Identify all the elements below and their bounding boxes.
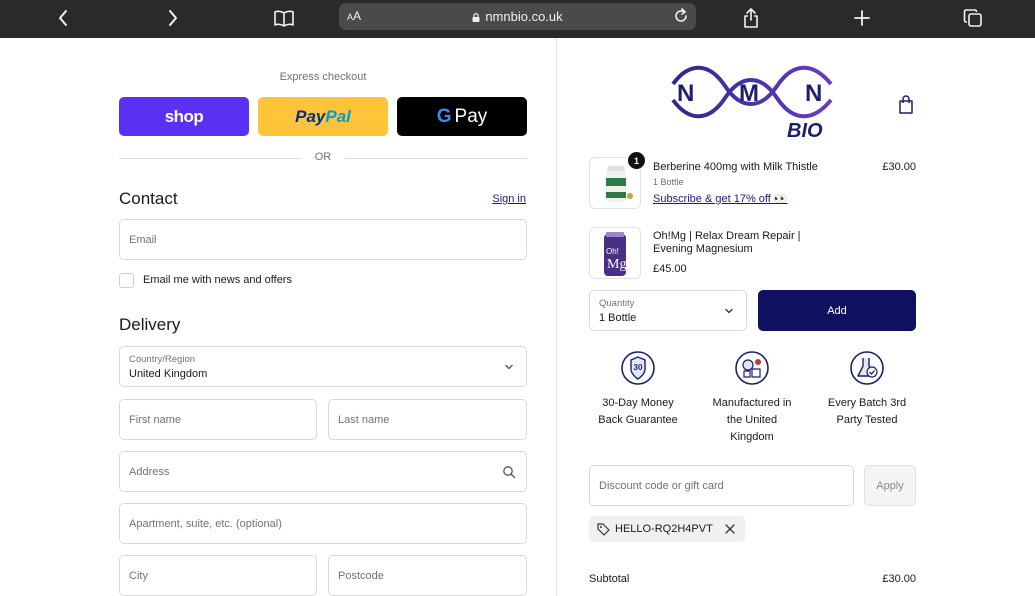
lab-tested-icon	[850, 351, 884, 385]
money-back-icon: 30	[621, 351, 655, 385]
address-field[interactable]: Address	[119, 451, 527, 492]
cart-item-name: Berberine 400mg with Milk Thistle	[653, 161, 818, 173]
newsletter-checkbox-row[interactable]: Email me with news and offers	[119, 272, 292, 288]
search-icon	[503, 466, 516, 479]
cart-item-variant: 1 Bottle	[653, 177, 684, 187]
upsell-price: £45.00	[653, 263, 687, 275]
tabs-icon[interactable]	[960, 6, 986, 30]
shopping-bag-icon[interactable]	[897, 95, 915, 115]
contact-heading: Contact	[119, 189, 178, 208]
google-g-icon: G	[436, 105, 452, 127]
apartment-field[interactable]: Apartment, suite, etc. (optional)	[119, 503, 527, 544]
chevron-down-icon	[505, 364, 513, 370]
express-checkout-label: Express checkout	[279, 71, 367, 83]
forward-icon[interactable]	[160, 6, 186, 30]
country-select[interactable]: Country/Region United Kingdom	[119, 346, 527, 387]
subtotal-value: £30.00	[882, 573, 916, 585]
checkout-form-panel: Express checkout shop Pay Pal G Pay OR Con…	[0, 38, 557, 596]
third-party-tested-badge: Every Batch 3rd Party Tested	[812, 350, 922, 429]
newsletter-checkbox[interactable]	[119, 272, 134, 288]
svg-text:M: M	[739, 80, 759, 107]
tag-icon	[597, 522, 610, 536]
chevron-down-icon	[725, 308, 733, 314]
manufactured-uk-badge: Manufactured in the United Kingdom	[697, 350, 807, 446]
paypal-button[interactable]: Pay Pal	[258, 97, 388, 136]
svg-text:Mg: Mg	[607, 257, 626, 272]
applied-discount-chip: HELLO-RQ2H4PVT	[589, 516, 745, 542]
svg-text:Oh!: Oh!	[606, 247, 619, 256]
upsell-name-line1: Oh!Mg | Relax Dream Repair |	[653, 230, 801, 242]
new-tab-icon[interactable]	[849, 6, 875, 30]
add-upsell-button[interactable]: Add	[758, 290, 916, 331]
apply-discount-button[interactable]: Apply	[864, 465, 916, 506]
last-name-field[interactable]: Last name	[328, 399, 527, 440]
subtotal-label: Subtotal	[589, 573, 630, 585]
google-pay-button[interactable]: G Pay	[397, 97, 527, 136]
svg-text:N: N	[677, 80, 694, 107]
item-quantity-badge: 1	[628, 152, 645, 169]
magnesium-product-image: Oh! Mg	[589, 227, 641, 279]
share-icon[interactable]	[738, 6, 764, 30]
browser-toolbar: AA nmnbio.co.uk	[0, 0, 1035, 38]
first-name-field[interactable]: First name	[119, 399, 317, 440]
delivery-heading: Delivery	[119, 315, 181, 334]
or-divider: OR	[119, 151, 527, 165]
subscribe-link[interactable]: Subscribe & get 17% off 👀	[653, 192, 788, 205]
cart-item-price: £30.00	[882, 161, 916, 173]
address-bar[interactable]: AA nmnbio.co.uk	[339, 3, 696, 30]
postcode-field[interactable]: Postcode	[328, 555, 527, 596]
newsletter-label: Email me with news and offers	[143, 274, 292, 286]
back-icon[interactable]	[50, 6, 76, 30]
order-summary-panel: N M N BIO 1 Berberine 400mg with Milk Th…	[558, 38, 1035, 596]
svg-text:30: 30	[634, 363, 643, 372]
money-back-badge: 30 30-Day Money Back Guarantee	[583, 350, 693, 429]
city-field[interactable]: City	[119, 555, 317, 596]
discount-code-field[interactable]: Discount code or gift card	[589, 465, 854, 506]
svg-text:BIO: BIO	[787, 120, 823, 142]
svg-text:N: N	[805, 80, 822, 107]
email-field[interactable]: Email	[119, 219, 527, 260]
lock-icon	[472, 13, 480, 22]
url-text: nmnbio.co.uk	[339, 9, 696, 24]
shop-pay-button[interactable]: shop	[119, 97, 249, 136]
nmn-bio-logo[interactable]: N M N BIO	[669, 64, 837, 144]
reload-icon[interactable]	[672, 7, 690, 25]
remove-code-icon[interactable]	[725, 524, 735, 534]
upsell-name-line2: Evening Magnesium	[653, 243, 753, 255]
factory-uk-icon	[735, 351, 769, 385]
sign-in-link[interactable]: Sign in	[492, 193, 526, 205]
bookmarks-icon[interactable]	[271, 6, 297, 30]
upsell-quantity-select[interactable]: Quantity 1 Bottle	[589, 290, 747, 331]
